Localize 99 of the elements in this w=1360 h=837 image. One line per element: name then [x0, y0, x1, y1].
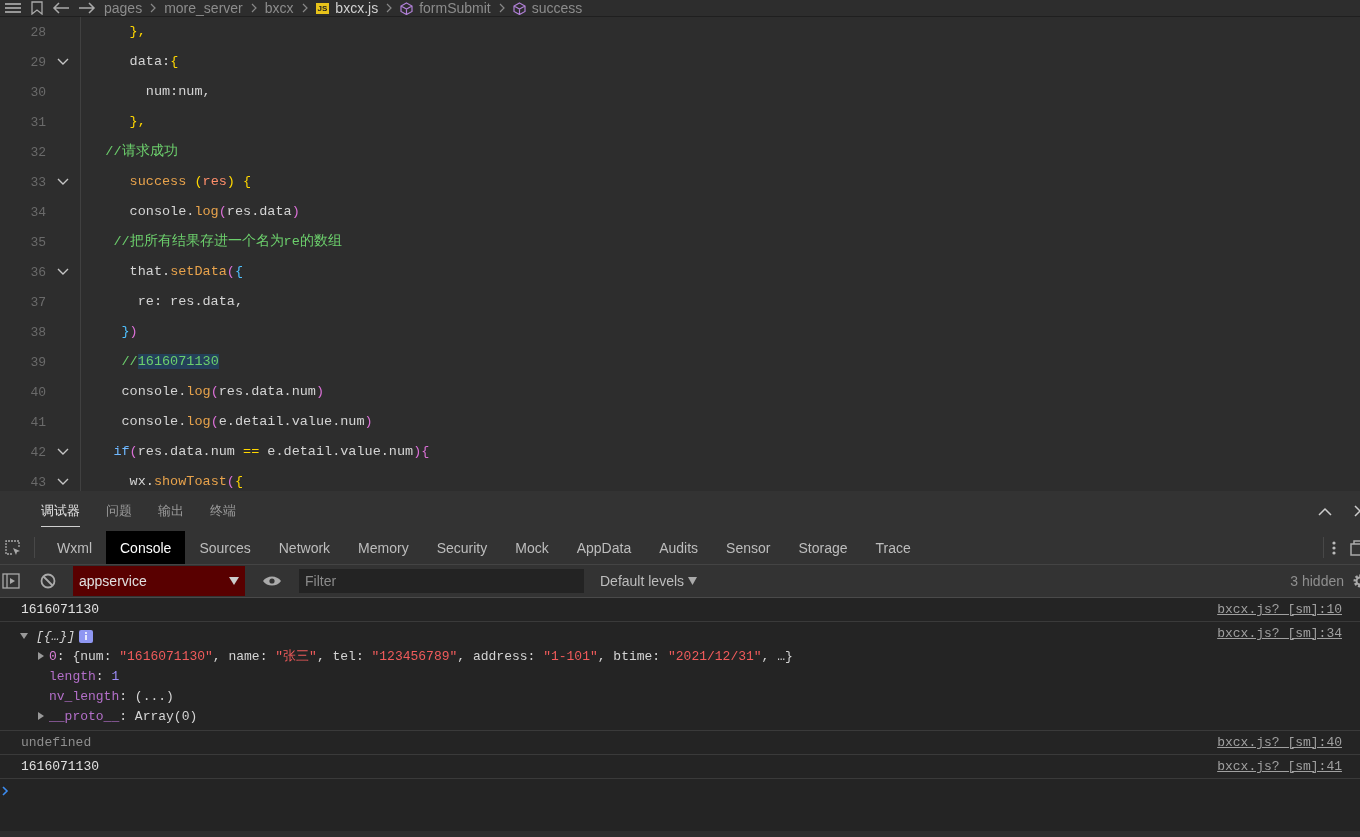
line-number: 38	[29, 324, 46, 340]
menu-icon[interactable]	[4, 2, 22, 14]
line-number: 43	[29, 474, 46, 490]
eye-icon[interactable]	[262, 575, 282, 587]
fold-chevron-icon[interactable]	[57, 448, 69, 456]
code-line: //请求成功	[80, 137, 178, 167]
devtools-tab[interactable]: AppData	[562, 531, 646, 564]
code-line: //1616071130	[80, 347, 219, 377]
line-number: 31	[29, 114, 46, 130]
code-line: //把所有结果存进一个名为re的数组	[80, 227, 342, 257]
sidebar-icon[interactable]	[2, 573, 20, 589]
code-line: that.setData({	[80, 257, 244, 287]
panel-tab[interactable]: 输出	[158, 495, 184, 527]
fold-chevron-icon[interactable]	[57, 268, 69, 276]
devtools-tab[interactable]: Security	[422, 531, 502, 564]
devtools-tab[interactable]: Console	[106, 531, 186, 564]
info-icon	[79, 629, 93, 643]
fold-chevron-icon[interactable]	[57, 58, 69, 66]
source-link[interactable]: bxcx.js? [sm]:34	[1217, 626, 1342, 726]
code-line: if(res.data.num == e.detail.value.num){	[80, 437, 430, 467]
log-message: undefined	[21, 735, 92, 750]
devtools-tab[interactable]: Sources	[185, 531, 265, 564]
hidden-count: 3 hidden	[1290, 573, 1344, 589]
code-line: re: res.data,	[80, 287, 244, 317]
line-number: 41	[29, 414, 46, 430]
object-property: __proto__: Array(0)	[49, 708, 198, 724]
dropdown-arrow-icon	[688, 577, 698, 585]
breadcrumb-item[interactable]: formSubmit	[419, 0, 491, 16]
expand-triangle-icon[interactable]	[20, 632, 28, 640]
filter-field[interactable]: Filter	[299, 569, 584, 593]
devtools-tab[interactable]: Trace	[861, 531, 925, 564]
source-link[interactable]: bxcx.js? [sm]:40	[1217, 735, 1342, 750]
panel-tab[interactable]: 调试器	[41, 495, 80, 527]
line-number: 28	[29, 24, 46, 40]
line-number: 32	[29, 144, 46, 160]
line-number: 42	[29, 444, 46, 460]
back-icon[interactable]	[52, 2, 70, 14]
chevron-right-icon	[301, 3, 308, 13]
code-line: },	[80, 17, 146, 47]
code-line: })	[80, 317, 138, 347]
line-number: 30	[29, 84, 46, 100]
code-line: num:num,	[80, 77, 211, 107]
line-number: 35	[29, 234, 46, 250]
breadcrumb-item[interactable]: bxcx.js	[335, 0, 379, 16]
object-property: nv_length: (...)	[49, 688, 174, 704]
line-number: 40	[29, 384, 46, 400]
js-file-icon: JS	[315, 2, 330, 14]
chevron-right-icon	[498, 3, 505, 13]
chevron-right-icon	[150, 3, 157, 13]
devtools-tab[interactable]: Wxml	[43, 531, 106, 564]
forward-icon[interactable]	[78, 2, 96, 14]
devtools-tab[interactable]: Mock	[501, 531, 563, 564]
levels-dropdown[interactable]: Default levels	[594, 572, 704, 590]
expand-triangle-icon[interactable]	[37, 712, 45, 720]
chevron-right-icon	[250, 3, 257, 13]
cube-icon	[512, 1, 526, 15]
breadcrumb-item[interactable]: success	[531, 0, 583, 16]
devtools-tab[interactable]: Audits	[645, 531, 713, 564]
line-number: 39	[29, 354, 46, 370]
breadcrumb-item[interactable]: pages	[104, 0, 143, 16]
line-number: 33	[29, 174, 46, 190]
line-number: 37	[29, 294, 46, 310]
devtools-tab[interactable]: Memory	[344, 531, 423, 564]
expand-triangle-icon[interactable]	[37, 652, 45, 660]
devtools-tab[interactable]: Storage	[784, 531, 862, 564]
code-line: success (res) {	[80, 167, 252, 197]
panel-tab[interactable]: 终端	[210, 495, 236, 527]
object-property: 0: {num: "1616071130", name: "张三", tel: "123456789", address: "1-101", btime: "2021/12/31", …}	[49, 648, 793, 665]
devtools-tab[interactable]: Sensor	[712, 531, 785, 564]
fold-chevron-icon[interactable]	[57, 478, 69, 486]
chevron-right-icon	[386, 3, 393, 13]
dropdown-arrow-icon	[229, 577, 239, 585]
line-number: 36	[29, 264, 46, 280]
object-summary[interactable]: [{…}]	[36, 628, 75, 644]
source-link[interactable]: bxcx.js? [sm]:10	[1217, 602, 1342, 617]
breadcrumb-item[interactable]: more_server	[164, 0, 243, 16]
log-message: 1616071130	[21, 759, 99, 774]
bookmark-icon[interactable]	[30, 1, 44, 15]
inspect-icon[interactable]	[4, 538, 22, 557]
code-line: console.log(res.data.num)	[80, 377, 325, 407]
code-line: data:{	[80, 47, 179, 77]
devtools-tab[interactable]: Network	[264, 531, 345, 564]
log-message: 1616071130	[21, 602, 99, 617]
more-icon[interactable]	[1332, 540, 1336, 555]
context-dropdown[interactable]: appservice	[73, 566, 245, 596]
collapse-icon[interactable]	[1318, 506, 1332, 516]
breadcrumb-item[interactable]: bxcx	[264, 0, 294, 16]
line-number: 29	[29, 54, 46, 70]
object-property: length: 1	[49, 668, 120, 684]
cube-icon	[400, 1, 414, 15]
code-line: console.log(res.data)	[80, 197, 300, 227]
panel-tab[interactable]: 问题	[106, 495, 132, 527]
source-link[interactable]: bxcx.js? [sm]:41	[1217, 759, 1342, 774]
fold-chevron-icon[interactable]	[57, 178, 69, 186]
code-line: console.log(e.detail.value.num)	[80, 407, 373, 437]
code-line: },	[80, 107, 146, 137]
prompt-icon	[2, 786, 10, 796]
clear-icon[interactable]	[40, 573, 56, 589]
line-number: 34	[29, 204, 46, 220]
